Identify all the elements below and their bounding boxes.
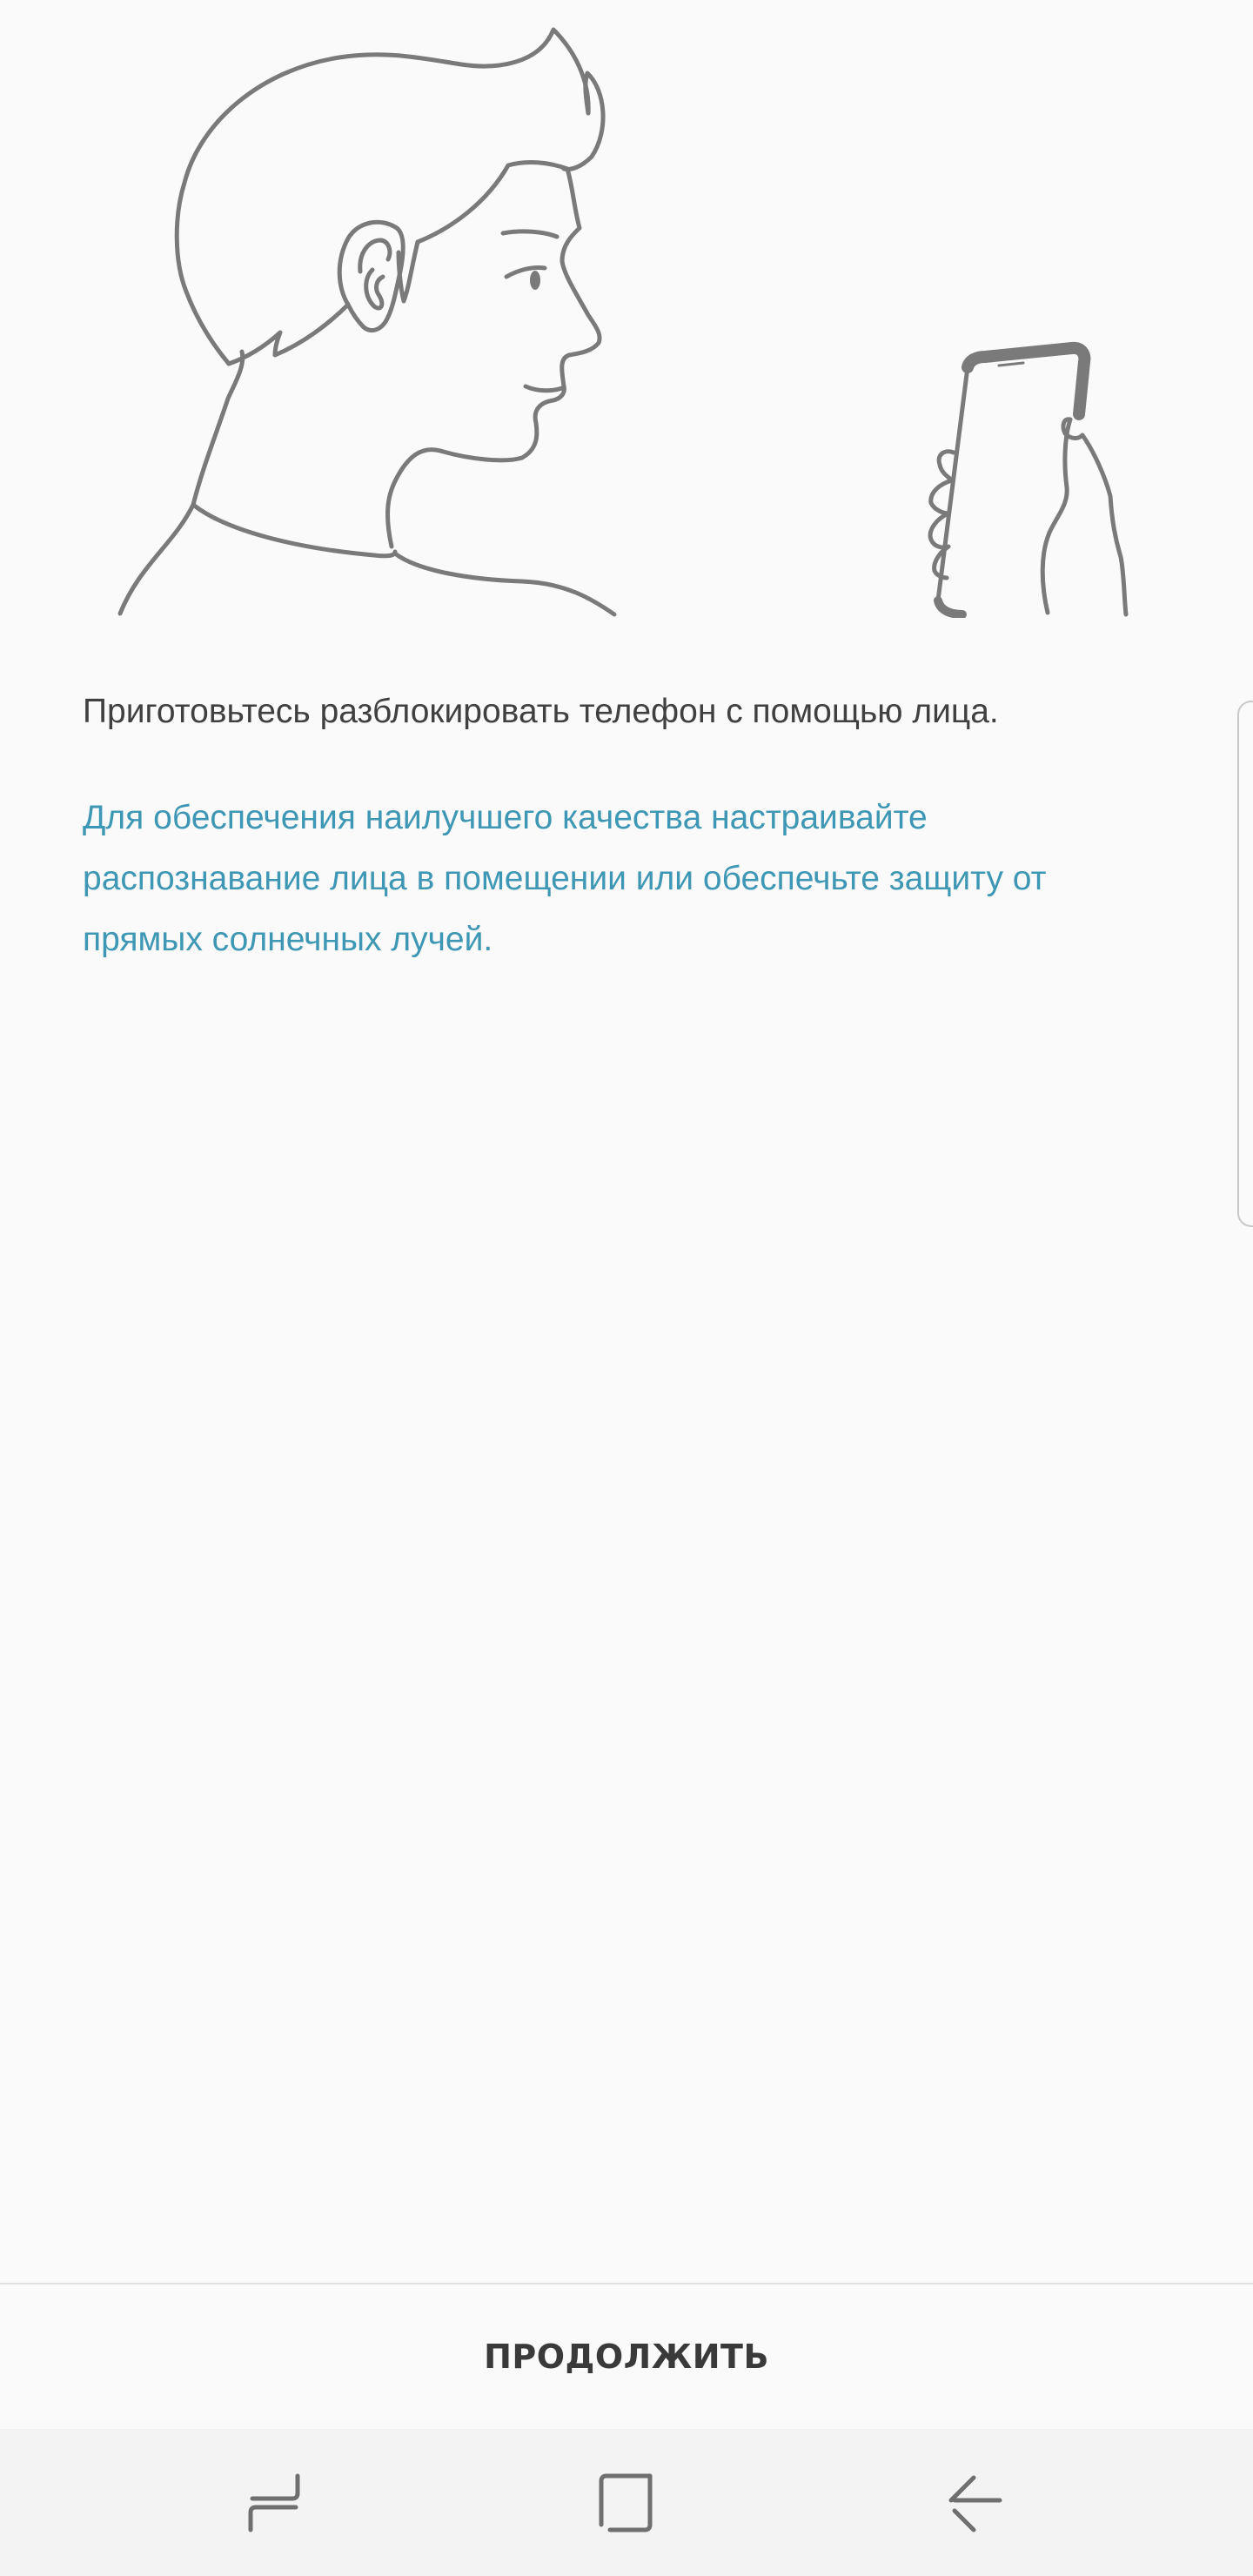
back-arrow-icon bbox=[944, 2472, 1005, 2533]
lighting-hint-text: Для обеспечения наилучшего качества наст… bbox=[83, 799, 1047, 958]
navigation-bar bbox=[0, 2429, 1253, 2576]
recent-apps-button[interactable] bbox=[218, 2446, 331, 2559]
continue-button[interactable]: ПРОДОЛЖИТЬ bbox=[0, 2284, 1253, 2429]
face-unlock-illustration bbox=[0, 0, 1253, 618]
setup-instruction-heading: Приготовьтесь разблокировать телефон с п… bbox=[83, 693, 999, 730]
ear-outline bbox=[337, 219, 405, 332]
home-button[interactable] bbox=[570, 2446, 683, 2559]
home-icon bbox=[596, 2472, 657, 2533]
recent-apps-icon bbox=[244, 2472, 305, 2533]
phone-outline bbox=[962, 341, 1091, 420]
back-button[interactable] bbox=[918, 2446, 1031, 2559]
edge-panel-handle[interactable] bbox=[1237, 701, 1253, 1227]
head-outline bbox=[174, 27, 591, 366]
